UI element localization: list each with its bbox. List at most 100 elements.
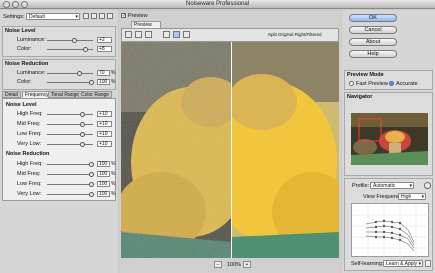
hand-icon[interactable]	[125, 31, 132, 38]
tab-tonal-range[interactable]: Tonal Range	[48, 91, 83, 98]
help-button[interactable]: Help	[349, 50, 397, 58]
save-preset-icon[interactable]	[83, 13, 89, 19]
nr-luminance-slider[interactable]	[47, 73, 93, 74]
accurate-label: Accurate	[396, 81, 418, 87]
color-level-knob[interactable]	[83, 47, 88, 52]
freq-row-slider[interactable]	[47, 134, 93, 135]
settings-select[interactable]: Default	[26, 13, 80, 20]
percent-unit: %	[111, 79, 116, 85]
preview-mode-group: Preview Mode Fast Preview Accurate	[344, 70, 433, 90]
freq-row-slider[interactable]	[47, 114, 93, 115]
self-learning-options-icon[interactable]	[425, 260, 431, 267]
nr-color-field[interactable]: 100	[97, 79, 110, 85]
percent-unit: %	[111, 171, 116, 177]
single-view-icon[interactable]	[163, 31, 170, 38]
freq-row-label: Low Freq:	[17, 131, 42, 137]
cancel-button[interactable]: Cancel	[349, 26, 397, 34]
freq-row-knob[interactable]	[80, 132, 86, 137]
undo-icon[interactable]	[99, 13, 105, 19]
about-button[interactable]: About	[349, 38, 397, 46]
freq-row-label: Low Freq:	[17, 181, 42, 187]
nr-luminance-field[interactable]: 70	[97, 70, 110, 76]
preview-checkbox-label: Preview	[128, 13, 148, 19]
fit-icon[interactable]	[145, 31, 152, 38]
freq-row-slider[interactable]	[47, 144, 93, 145]
accurate-radio[interactable]	[389, 81, 394, 86]
nr-luminance-label: Luminance:	[17, 70, 46, 76]
view-frequency-select[interactable]: High	[398, 193, 426, 200]
original-preview-image[interactable]	[121, 42, 232, 258]
freq-row-field[interactable]: 100	[97, 161, 110, 167]
freq-row-field[interactable]: 100	[97, 181, 110, 187]
split-mode-label: Split Original Right/Filtered	[268, 32, 322, 37]
luminance-label: Luminance:	[17, 37, 46, 43]
luminance-level-knob[interactable]	[72, 38, 77, 43]
freq-row-label: High Freq:	[17, 111, 43, 117]
freq-row-field[interactable]: +10	[97, 131, 112, 137]
tab-detail[interactable]: Detail	[2, 91, 21, 98]
self-learning-select[interactable]: Learn & Apply	[383, 260, 423, 267]
freq-row-field[interactable]: 100	[97, 171, 110, 177]
navigator-heading: Navigator	[347, 94, 373, 100]
freq-row-knob[interactable]	[89, 172, 94, 177]
freq-row-knob[interactable]	[89, 162, 94, 167]
fast-preview-radio[interactable]	[349, 81, 354, 86]
navigator-group: Navigator	[344, 92, 433, 176]
split-divider[interactable]	[231, 42, 232, 258]
preview-mode-heading: Preview Mode	[347, 72, 384, 78]
zoom-icon[interactable]	[135, 31, 142, 38]
freq-row-field[interactable]: 100	[97, 191, 110, 197]
freq-row-slider[interactable]	[47, 164, 93, 165]
preview-checkbox[interactable]: ✓	[121, 13, 126, 19]
profile-group: Profile: Automatic View Frequency: High	[344, 178, 433, 271]
preview-area: Preview ✓ Preview Split Original Right/F…	[119, 11, 341, 273]
noise-reduction-group: Noise Reduction Luminance: 70 % Color: 1…	[2, 59, 116, 90]
filtered-preview-image[interactable]	[232, 42, 339, 258]
zoom-out-button[interactable]: –	[214, 261, 222, 268]
redo-icon[interactable]	[107, 13, 113, 19]
freq-row-knob[interactable]	[89, 182, 94, 187]
navigator-thumbnail[interactable]	[351, 113, 428, 165]
fast-preview-label: Fast Preview	[356, 81, 388, 87]
freq-row-slider[interactable]	[47, 124, 93, 125]
freq-row-slider[interactable]	[47, 174, 93, 175]
freq-row-slider[interactable]	[47, 184, 93, 185]
freq-noise-level-heading: Noise Level	[6, 102, 37, 108]
split-horizontal-icon[interactable]	[183, 31, 190, 38]
nr-color-label: Color:	[17, 79, 32, 85]
freq-row-field[interactable]: +10	[97, 141, 112, 147]
delete-preset-icon[interactable]	[91, 13, 97, 19]
percent-unit: %	[111, 191, 116, 197]
nr-color-knob[interactable]	[89, 80, 94, 85]
tab-preview[interactable]: Preview	[131, 21, 161, 28]
profile-options-icon[interactable]	[424, 182, 431, 189]
frequency-tab-panel: Noise Level High Freq: +10 Mid Freq: +10 Low…	[2, 98, 116, 201]
freq-row-knob[interactable]	[80, 122, 86, 127]
freq-row-label: Very Low:	[17, 141, 42, 147]
color-level-field[interactable]: +8	[97, 46, 112, 52]
split-vertical-icon[interactable]	[173, 31, 180, 38]
nr-color-slider[interactable]	[47, 82, 93, 83]
freq-row-field[interactable]: +10	[97, 121, 112, 127]
ok-button[interactable]: OK	[349, 14, 397, 22]
freq-row-knob[interactable]	[89, 192, 94, 197]
profile-select[interactable]: Automatic	[370, 182, 414, 189]
nr-luminance-knob[interactable]	[77, 71, 82, 76]
percent-unit: %	[111, 181, 116, 187]
freq-row-knob[interactable]	[80, 112, 86, 117]
settings-label: Settings:	[3, 14, 25, 20]
freq-row-field[interactable]: +10	[97, 111, 112, 117]
percent-unit: %	[111, 161, 116, 167]
preview-toolbar: Split Original Right/Filtered	[121, 28, 339, 42]
color-label: Color:	[17, 46, 32, 52]
zoom-in-button[interactable]: +	[243, 261, 251, 268]
title-bar: Noiseware Professional	[0, 0, 435, 9]
tab-color-range[interactable]: Color Range	[78, 91, 113, 98]
luminance-level-field[interactable]: +2	[97, 37, 112, 43]
profile-label: Profile:	[352, 183, 370, 189]
freq-row-label: Very Low:	[17, 191, 42, 197]
freq-row-slider[interactable]	[47, 194, 93, 195]
freq-row-knob[interactable]	[80, 142, 86, 147]
noise-level-group: Noise Level Luminance: +2 Color: +8	[2, 26, 116, 57]
luminance-level-slider[interactable]	[47, 40, 93, 41]
